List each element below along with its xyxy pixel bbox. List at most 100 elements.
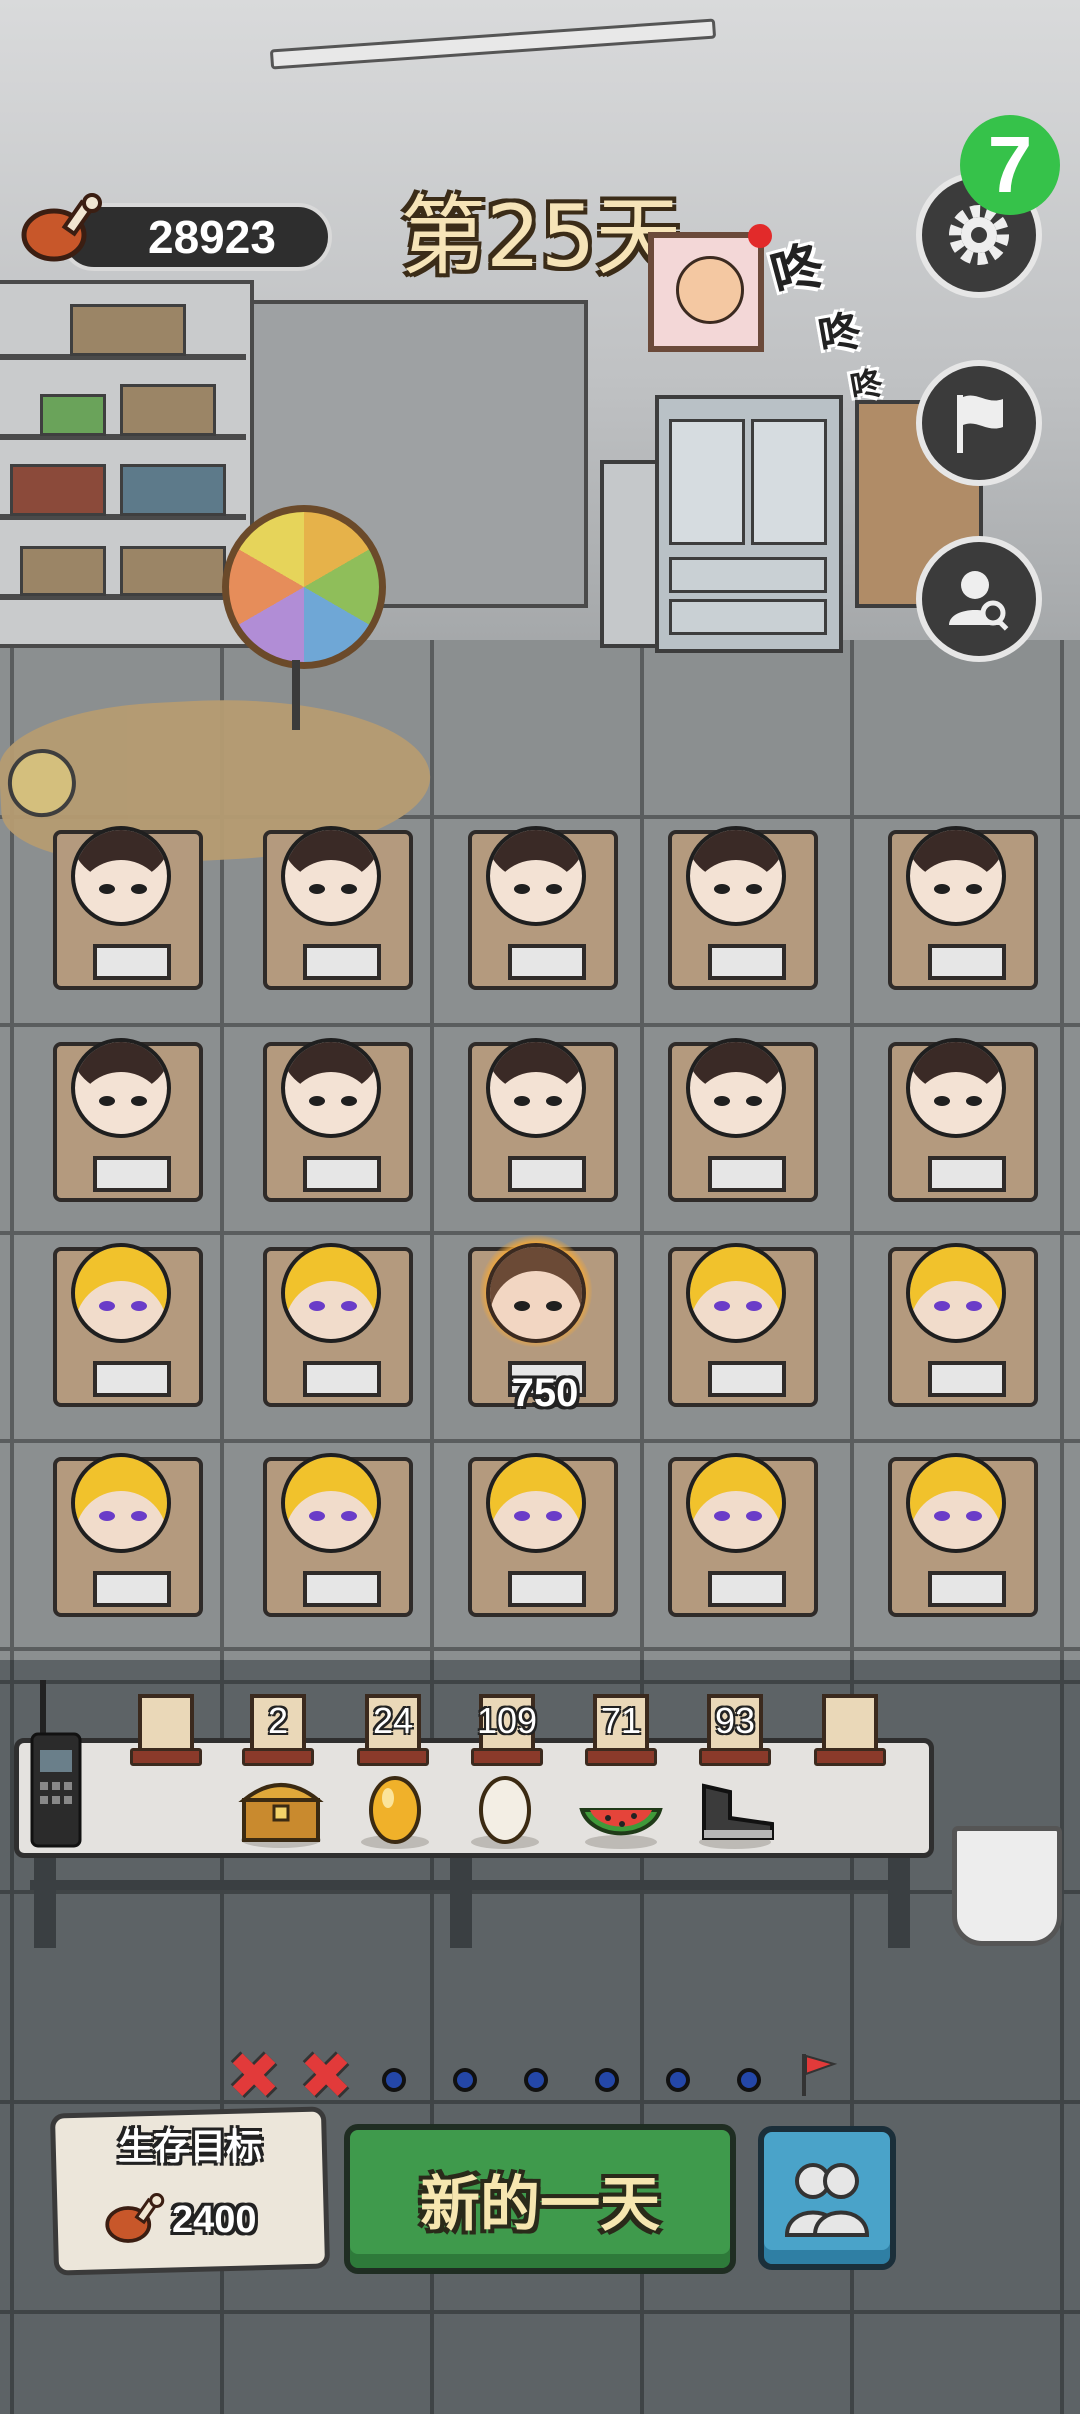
new-day-label: 新的一天 — [420, 2169, 660, 2240]
survivor-desk[interactable] — [660, 1030, 830, 1210]
survivor-desk[interactable] — [880, 1030, 1050, 1210]
desk-sign — [708, 1156, 786, 1192]
survivor-desk[interactable] — [460, 1030, 630, 1210]
survivor-desk[interactable] — [255, 1445, 425, 1625]
survivors-button[interactable] — [758, 2126, 896, 2270]
survivor-desk[interactable] — [45, 1030, 215, 1210]
survival-goal-title: 生存目标 — [117, 2127, 262, 2168]
table-leg — [888, 1858, 910, 1948]
desk-sign — [928, 1361, 1006, 1397]
slot-base — [814, 1748, 886, 1766]
inventory-slot[interactable]: 24 — [357, 1692, 429, 1766]
bucket — [952, 1826, 1062, 1946]
girl-survivor-avatar — [71, 1038, 171, 1138]
treasure-chest-icon[interactable] — [236, 1770, 326, 1850]
girl-survivor-avatar — [486, 826, 586, 926]
level-badge[interactable]: 7 — [960, 115, 1060, 215]
resource-count: 28923 — [148, 211, 276, 263]
failed-day-mark: ✖ — [227, 2040, 281, 2114]
slot-base — [585, 1748, 657, 1766]
survival-goal-value: 2400 — [172, 2199, 257, 2241]
monk-survivor-avatar — [486, 1243, 586, 1343]
visitor-portrait[interactable] — [648, 232, 764, 352]
storage-shelf — [0, 280, 254, 648]
table-leg — [450, 1858, 472, 1948]
watermelon-icon[interactable] — [576, 1770, 666, 1850]
pending-day-dot — [595, 2068, 619, 2092]
inventory-slot[interactable]: 109 — [471, 1692, 543, 1766]
desk-sign — [508, 1571, 586, 1607]
blond-survivor-avatar — [906, 1243, 1006, 1343]
survivor-desk[interactable] — [45, 1445, 215, 1625]
blond-survivor-avatar — [281, 1453, 381, 1553]
desk-sign — [93, 1361, 171, 1397]
survivor-desk[interactable] — [255, 1030, 425, 1210]
people-icon — [784, 2163, 870, 2237]
egg-icon[interactable] — [460, 1770, 550, 1850]
inventory-slot[interactable] — [130, 1692, 202, 1766]
survivor-desk[interactable] — [880, 1445, 1050, 1625]
girl-survivor-avatar — [906, 1038, 1006, 1138]
desk-sign — [508, 944, 586, 980]
survivor-desk[interactable] — [460, 1445, 630, 1625]
survivor-desk[interactable] — [880, 818, 1050, 998]
inventory-slot[interactable]: 93 — [699, 1692, 771, 1766]
wheel-stand — [292, 660, 300, 730]
girl-survivor-avatar — [686, 1038, 786, 1138]
golden-egg-icon[interactable] — [350, 1770, 440, 1850]
survivor-desk[interactable] — [660, 818, 830, 998]
desk-sign — [303, 1361, 381, 1397]
inventory-count: 2 — [267, 1700, 289, 1741]
inventory-slot[interactable] — [814, 1692, 886, 1766]
pending-day-dot — [524, 2068, 548, 2092]
survivor-desk[interactable] — [460, 818, 630, 998]
girl-survivor-avatar — [281, 1038, 381, 1138]
blond-survivor-avatar — [686, 1453, 786, 1553]
survivor-desk[interactable] — [255, 818, 425, 998]
desk-sign — [303, 1156, 381, 1192]
pending-day-dot — [737, 2068, 761, 2092]
survivor-desk[interactable] — [880, 1235, 1050, 1415]
blond-survivor-avatar — [486, 1453, 586, 1553]
desk-sign — [708, 944, 786, 980]
locker — [600, 460, 663, 648]
girl-survivor-avatar — [71, 826, 171, 926]
inventory-count — [130, 1698, 202, 1744]
girl-survivor-avatar — [281, 826, 381, 926]
desk-sign — [708, 1361, 786, 1397]
flag-button[interactable] — [916, 360, 1042, 486]
find-person-button[interactable] — [916, 536, 1042, 662]
desk-sign — [93, 1571, 171, 1607]
slot-base — [699, 1748, 771, 1766]
failed-day-mark: ✖ — [299, 2040, 353, 2114]
survivor-desk[interactable] — [255, 1235, 425, 1415]
desk-sign — [708, 1571, 786, 1607]
desk-sign — [928, 944, 1006, 980]
prize-wheel[interactable] — [222, 505, 386, 669]
desk-sign — [303, 1571, 381, 1607]
survivor-desk[interactable] — [45, 1235, 215, 1415]
desk-sign — [508, 1156, 586, 1192]
slot-base — [471, 1748, 543, 1766]
slot-base — [242, 1748, 314, 1766]
blond-survivor-avatar — [281, 1243, 381, 1343]
slot-base — [357, 1748, 429, 1766]
walkie-talkie-icon[interactable] — [30, 1680, 82, 1850]
inventory-count: 109 — [476, 1700, 538, 1741]
survivor-desk[interactable] — [660, 1235, 830, 1415]
red-flag-icon — [802, 2054, 838, 2096]
new-day-button[interactable]: 新的一天 — [344, 2124, 736, 2274]
blond-survivor-avatar — [71, 1453, 171, 1553]
table-leg — [34, 1858, 56, 1948]
meat-icon — [105, 2193, 165, 2243]
survivor-desk[interactable] — [660, 1445, 830, 1625]
inventory-slot[interactable]: 71 — [585, 1692, 657, 1766]
user-search-icon — [949, 571, 1009, 631]
survivor-desk[interactable] — [45, 818, 215, 998]
girl-survivor-avatar — [906, 826, 1006, 926]
boot-icon[interactable] — [690, 1770, 780, 1850]
girl-survivor-avatar — [486, 1038, 586, 1138]
inventory-slot[interactable]: 2 — [242, 1692, 314, 1766]
flag-icon — [957, 395, 1003, 453]
inventory-count — [814, 1698, 886, 1744]
